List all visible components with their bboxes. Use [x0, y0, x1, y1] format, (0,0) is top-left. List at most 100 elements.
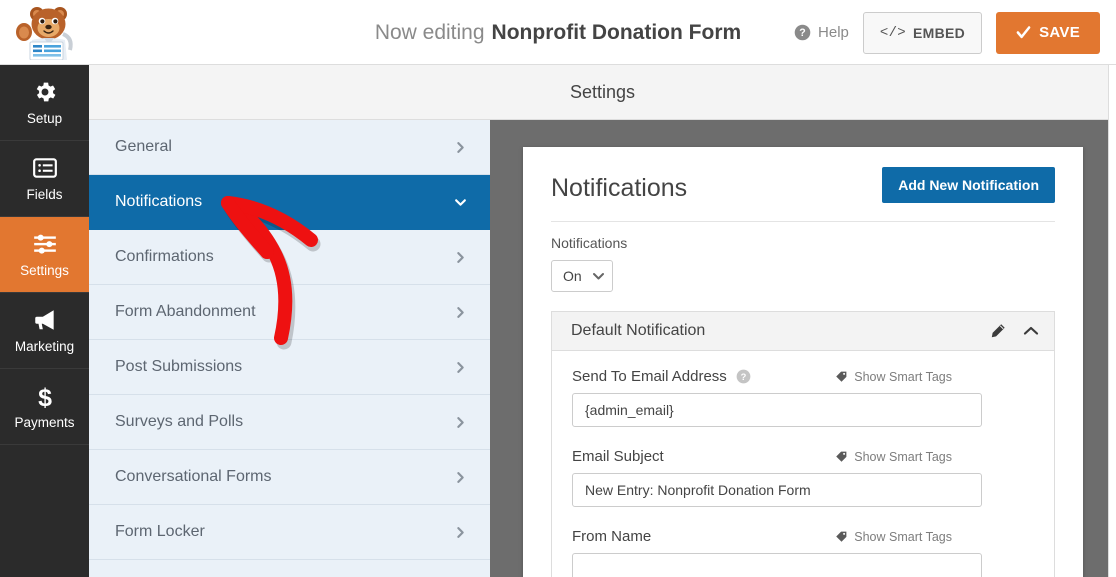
right-edge-strip	[1108, 65, 1116, 577]
sliders-icon	[32, 231, 58, 257]
show-smart-tags-label: Show Smart Tags	[854, 530, 952, 544]
save-button[interactable]: SAVE	[996, 12, 1100, 54]
save-label: SAVE	[1039, 24, 1080, 41]
sidebar-item-label: Fields	[26, 187, 62, 202]
email-subject-input[interactable]	[572, 473, 982, 507]
chevron-right-icon	[454, 251, 467, 264]
from-name-row: From Name Show Smart Tags	[572, 528, 1034, 545]
wpforms-builder-screen: Now editing Nonprofit Donation Form ? He…	[0, 0, 1116, 577]
question-circle-icon: ?	[794, 24, 811, 41]
chevron-down-icon	[454, 196, 467, 209]
chevron-right-icon	[454, 306, 467, 319]
wpforms-bear-logo-icon	[14, 4, 76, 60]
settings-menu-item-form-locker[interactable]: Form Locker	[89, 505, 490, 560]
send-to-email-input[interactable]	[572, 393, 982, 427]
default-notification-block: Default Notification Send To Email Addre	[551, 311, 1055, 577]
settings-menu-item-post-submissions[interactable]: Post Submissions	[89, 340, 490, 395]
notification-block-body: Send To Email Address ? Show Smar	[552, 351, 1054, 577]
tag-icon	[835, 450, 848, 463]
menu-item-label: Form Locker	[115, 523, 205, 541]
sidebar-item-settings[interactable]: Settings	[0, 217, 89, 293]
chevron-up-icon[interactable]	[1023, 326, 1039, 336]
notification-block-actions	[990, 323, 1039, 339]
notifications-toggle-label: Notifications	[551, 235, 1055, 251]
notifications-toggle-select[interactable]: On	[551, 260, 613, 292]
sidebar-item-label: Marketing	[15, 339, 74, 354]
sidebar-item-setup[interactable]: Setup	[0, 65, 89, 141]
menu-item-label: Notifications	[115, 193, 202, 211]
settings-title-bar: Settings	[89, 65, 1116, 120]
email-subject-label: Email Subject	[572, 448, 664, 465]
chevron-right-icon	[454, 361, 467, 374]
list-icon	[32, 155, 58, 181]
question-circle-icon[interactable]: ?	[736, 369, 751, 384]
notifications-panel: Notifications Add New Notification Notif…	[523, 147, 1083, 577]
send-to-email-label-group: Send To Email Address ?	[572, 368, 751, 385]
sidebar-item-label: Settings	[20, 263, 69, 278]
show-smart-tags-label: Show Smart Tags	[854, 370, 952, 384]
settings-menu-item-general[interactable]: General	[89, 120, 490, 175]
settings-menu-item-confirmations[interactable]: Confirmations	[89, 230, 490, 285]
checkmark-icon	[1016, 25, 1031, 40]
settings-title: Settings	[570, 82, 635, 103]
settings-menu-item-notifications[interactable]: Notifications	[89, 175, 490, 230]
tag-icon	[835, 370, 848, 383]
editing-prefix: Now editing	[375, 21, 485, 45]
email-subject-label-group: Email Subject	[572, 448, 664, 465]
sidebar-item-fields[interactable]: Fields	[0, 141, 89, 217]
show-smart-tags-label: Show Smart Tags	[854, 450, 952, 464]
settings-menu: General Notifications Confirmations Form…	[89, 120, 490, 577]
pencil-icon[interactable]	[990, 323, 1006, 339]
add-new-notification-button[interactable]: Add New Notification	[882, 167, 1055, 203]
settings-content-area: Notifications Add New Notification Notif…	[490, 120, 1116, 577]
tag-icon	[835, 530, 848, 543]
chevron-right-icon	[454, 141, 467, 154]
chevron-right-icon	[454, 526, 467, 539]
help-label: Help	[818, 24, 849, 41]
form-name: Nonprofit Donation Form	[492, 21, 742, 45]
send-to-email-row: Send To Email Address ? Show Smar	[572, 368, 1034, 385]
header-actions: ? Help </> EMBED SAVE	[794, 0, 1100, 65]
menu-item-label: Surveys and Polls	[115, 413, 243, 431]
code-brackets-icon: </>	[880, 25, 906, 41]
notifications-toggle-group: Notifications On	[523, 222, 1083, 292]
dollar-icon: $	[32, 383, 58, 409]
gear-icon	[32, 79, 58, 105]
notification-block-header[interactable]: Default Notification	[552, 312, 1054, 351]
show-smart-tags-link[interactable]: Show Smart Tags	[835, 370, 952, 384]
embed-button[interactable]: </> EMBED	[863, 12, 982, 54]
menu-item-label: Form Abandonment	[115, 303, 256, 321]
settings-menu-item-surveys-and-polls[interactable]: Surveys and Polls	[89, 395, 490, 450]
settings-menu-item-conversational-forms[interactable]: Conversational Forms	[89, 450, 490, 505]
panel-header: Notifications Add New Notification	[523, 147, 1083, 209]
help-button[interactable]: ? Help	[794, 24, 849, 41]
sidebar-item-label: Payments	[14, 415, 74, 430]
sidebar-item-label: Setup	[27, 111, 62, 126]
chevron-right-icon	[454, 416, 467, 429]
wpforms-logo[interactable]	[0, 0, 90, 65]
from-name-label-group: From Name	[572, 528, 651, 545]
settings-menu-item-form-abandonment[interactable]: Form Abandonment	[89, 285, 490, 340]
menu-item-label: Confirmations	[115, 248, 214, 266]
from-name-input[interactable]	[572, 553, 982, 577]
sidebar-item-marketing[interactable]: Marketing	[0, 293, 89, 369]
megaphone-icon	[32, 307, 58, 333]
show-smart-tags-link[interactable]: Show Smart Tags	[835, 530, 952, 544]
chevron-right-icon	[454, 471, 467, 484]
menu-item-label: Post Submissions	[115, 358, 242, 376]
sidebar-item-payments[interactable]: $ Payments	[0, 369, 89, 445]
menu-item-label: General	[115, 138, 172, 156]
svg-text:$: $	[38, 384, 52, 409]
svg-text:?: ?	[799, 27, 805, 39]
notifications-toggle-wrap: On	[551, 260, 613, 292]
spacer	[572, 427, 1034, 448]
builder-sidebar: Setup Fields Settings Marketing	[0, 65, 89, 577]
spacer	[572, 507, 1034, 528]
show-smart-tags-link[interactable]: Show Smart Tags	[835, 450, 952, 464]
page-title: Notifications	[551, 167, 687, 209]
embed-label: EMBED	[913, 25, 965, 41]
svg-text:?: ?	[740, 372, 746, 382]
from-name-label: From Name	[572, 528, 651, 545]
send-to-email-label: Send To Email Address	[572, 368, 727, 385]
menu-item-label: Conversational Forms	[115, 468, 272, 486]
